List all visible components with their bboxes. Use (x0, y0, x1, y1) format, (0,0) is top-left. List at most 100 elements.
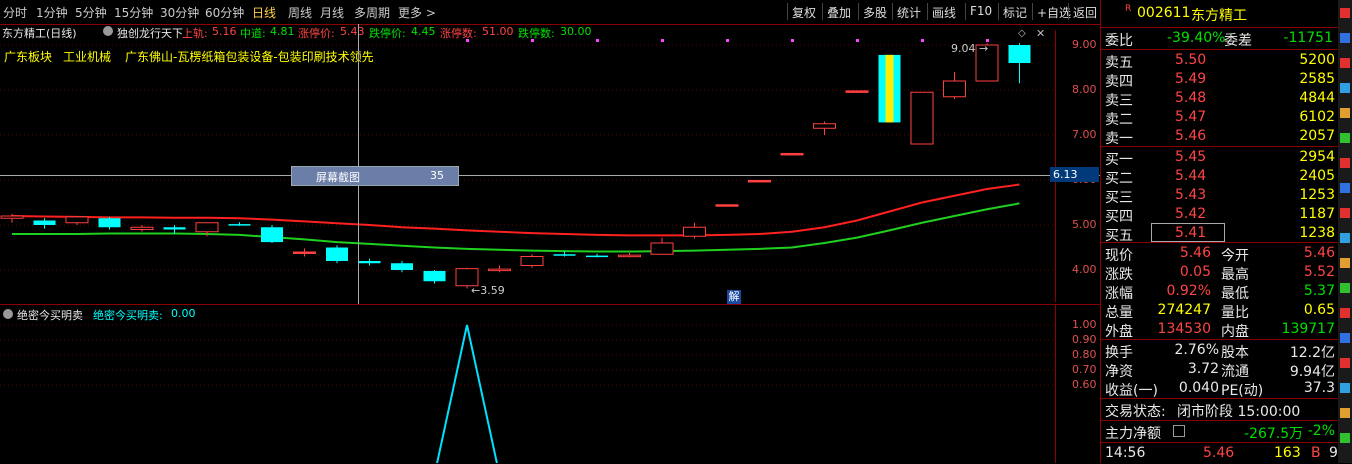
ask-volume: 2585 (1299, 71, 1335, 87)
candle[interactable] (520, 254, 544, 268)
candle-body (553, 254, 576, 256)
period-10[interactable]: 更多 > (398, 4, 436, 21)
candle[interactable] (0, 213, 24, 223)
candle[interactable] (261, 225, 283, 243)
chart-options-icon[interactable]: ◇ (1018, 28, 1026, 39)
candle[interactable] (65, 216, 89, 225)
side-tool-icon[interactable] (1340, 8, 1350, 18)
tool-button-3[interactable]: 统计 (897, 4, 921, 21)
tool-button-8[interactable]: 返回 (1073, 4, 1097, 21)
candle[interactable] (845, 90, 869, 93)
side-tool-icon[interactable] (1340, 258, 1350, 268)
event-marker[interactable]: 解 (727, 290, 741, 304)
side-tool-icon[interactable] (1340, 333, 1350, 343)
tool-button-6[interactable]: 标记 (1003, 4, 1027, 21)
candle[interactable] (943, 72, 966, 99)
stat-label: 涨跌 (1105, 267, 1133, 283)
period-4[interactable]: 30分钟 (160, 4, 199, 21)
candle[interactable] (910, 91, 934, 145)
mid-band-line (12, 202, 1020, 253)
period-8[interactable]: 月线 (320, 4, 344, 21)
stat-value: 5.46 (1303, 245, 1335, 261)
ask-row[interactable]: 卖二 5.47 6102 (1101, 108, 1339, 128)
ask-row[interactable]: 卖五 5.50 5200 (1101, 51, 1339, 71)
ask-row[interactable]: 卖三 5.48 4844 (1101, 89, 1339, 109)
tool-button-5[interactable]: F10 (970, 4, 992, 18)
candle-body (293, 251, 316, 254)
limit-stripe (885, 54, 894, 123)
candle[interactable] (293, 248, 316, 257)
side-tool-icon[interactable] (1340, 83, 1350, 93)
bid-row[interactable]: 买一 5.45 2954 (1101, 148, 1339, 168)
candle[interactable] (358, 258, 381, 266)
main-flow-icon[interactable] (1173, 425, 1185, 437)
low-annotation: ←3.59 (471, 284, 505, 297)
candle[interactable] (391, 261, 413, 273)
stat-label: 最低 (1221, 286, 1249, 302)
candle[interactable] (780, 152, 804, 156)
candle[interactable] (715, 204, 739, 207)
tool-button-1[interactable]: 叠加 (827, 4, 851, 21)
bid-row[interactable]: 买四 5.42 1187 (1101, 205, 1339, 225)
candle[interactable] (748, 179, 771, 183)
side-tool-icon[interactable] (1340, 33, 1350, 43)
candle[interactable] (878, 54, 901, 123)
side-tool-icon[interactable] (1340, 133, 1350, 143)
kline-chart[interactable] (0, 30, 1100, 302)
period-9[interactable]: 多周期 (354, 4, 390, 21)
side-tool-icon[interactable] (1340, 208, 1350, 218)
side-tool-icon[interactable] (1340, 183, 1350, 193)
stat-value: 0.92% (1166, 283, 1211, 299)
stat-label: 现价 (1105, 248, 1133, 264)
side-tool-icon[interactable] (1340, 233, 1350, 243)
ask-row[interactable]: 卖四 5.49 2585 (1101, 70, 1339, 90)
indicator-chart[interactable] (0, 305, 1055, 463)
side-tool-icon[interactable] (1340, 283, 1350, 293)
bid-row[interactable]: 买二 5.44 2405 (1101, 167, 1339, 187)
bid-row[interactable]: 买三 5.43 1253 (1101, 186, 1339, 206)
candle-body (780, 152, 804, 156)
tool-button-4[interactable]: 画线 (932, 4, 956, 21)
side-tool-icon[interactable] (1340, 308, 1350, 318)
period-7[interactable]: 周线 (288, 4, 312, 21)
side-tool-icon[interactable] (1340, 158, 1350, 168)
candle[interactable] (98, 216, 121, 230)
candle[interactable] (33, 218, 56, 229)
ask-row[interactable]: 卖一 5.46 2057 (1101, 127, 1339, 147)
tool-button-2[interactable]: 多股 (863, 4, 887, 21)
side-tool-icon[interactable] (1340, 358, 1350, 368)
candle[interactable] (228, 222, 251, 226)
signal-dot (661, 39, 664, 42)
period-1[interactable]: 1分钟 (36, 4, 68, 21)
candle[interactable] (130, 225, 154, 232)
candle[interactable] (683, 222, 706, 239)
stat-value: 5.52 (1303, 264, 1335, 280)
candle[interactable] (326, 245, 348, 264)
candle[interactable] (488, 265, 511, 273)
side-tool-icon[interactable] (1340, 383, 1350, 393)
candle[interactable] (618, 252, 641, 258)
side-tool-icon[interactable] (1340, 408, 1350, 418)
period-2[interactable]: 5分钟 (75, 4, 107, 21)
weicha-label: 委差 (1224, 33, 1252, 49)
period-0[interactable]: 分时 (3, 4, 27, 21)
indicator-tick: 0.80 (1072, 348, 1097, 361)
side-tool-icon[interactable] (1340, 433, 1350, 443)
candle[interactable] (650, 237, 674, 255)
period-3[interactable]: 15分钟 (114, 4, 153, 21)
tool-button-7[interactable]: +自选 (1037, 4, 1071, 21)
candle[interactable] (1008, 43, 1031, 84)
side-tool-icon[interactable] (1340, 108, 1350, 118)
candle[interactable] (423, 270, 446, 284)
tick-time: 14:56 (1105, 445, 1146, 461)
tool-button-0[interactable]: 复权 (792, 4, 816, 21)
period-6[interactable]: 日线 (252, 4, 276, 21)
candle-body (488, 268, 511, 272)
stat-row: 涨幅 0.92% 最低 5.37 (1101, 282, 1339, 302)
period-5[interactable]: 60分钟 (205, 4, 244, 21)
side-tool-icon[interactable] (1340, 58, 1350, 68)
candle[interactable] (813, 121, 836, 136)
chart-close-icon[interactable]: ✕ (1036, 27, 1045, 40)
candle[interactable] (586, 253, 608, 258)
trade-status-value: 闭市阶段 15:00:00 (1177, 404, 1301, 420)
